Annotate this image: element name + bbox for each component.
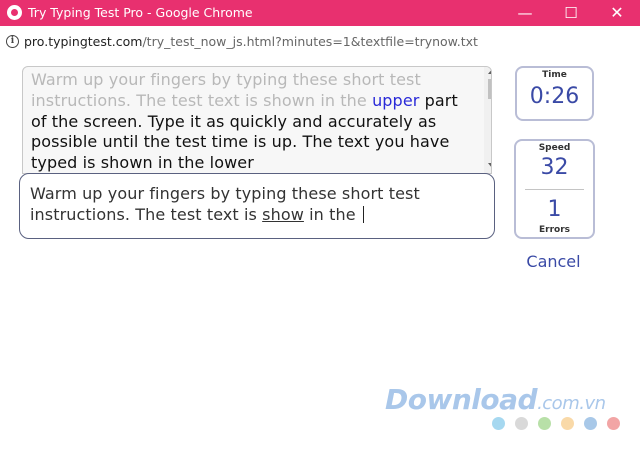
- test-text-current-word: upper: [372, 90, 420, 110]
- url-path: /try_test_now_js.html?minutes=1&textfile…: [142, 34, 478, 49]
- test-text-typed: Warm up your fingers by typing these sho…: [31, 70, 421, 110]
- test-text: Warm up your fingers by typing these sho…: [31, 70, 471, 173]
- app-logo-icon: [7, 5, 22, 20]
- text-caret: [362, 206, 364, 223]
- close-button[interactable]: ✕: [594, 0, 640, 26]
- watermark-brand: Download: [385, 383, 538, 416]
- url-text[interactable]: pro.typingtest.com/try_test_now_js.html?…: [24, 34, 478, 50]
- time-label: Time: [542, 70, 567, 80]
- cancel-link[interactable]: Cancel: [514, 252, 593, 271]
- errors-label: Errors: [538, 225, 570, 235]
- typing-input[interactable]: Warm up your fingers by typing these sho…: [19, 173, 495, 239]
- typed-text-before: Warm up your fingers by typing these sho…: [30, 184, 420, 224]
- watermark-dot: [492, 417, 505, 430]
- scroll-up-arrow-icon[interactable]: [488, 69, 491, 74]
- watermark-dot: [607, 417, 620, 430]
- errors-value: 1: [547, 197, 562, 222]
- stats-panel: Speed 32 1 Errors: [514, 139, 595, 239]
- download-watermark-logo: Download.com.vn: [385, 383, 606, 416]
- speed-label: Speed: [538, 143, 571, 153]
- stats-divider: [525, 189, 584, 190]
- speed-value: 32: [540, 155, 569, 180]
- watermark-dot: [515, 417, 528, 430]
- watermark-tld: .com.vn: [537, 393, 606, 414]
- time-value: 0:26: [529, 84, 580, 109]
- typing-input-text[interactable]: Warm up your fingers by typing these sho…: [30, 183, 485, 225]
- title-bar: Try Typing Test Pro - Google Chrome — ☐ …: [0, 0, 640, 26]
- minimize-button[interactable]: —: [502, 0, 548, 26]
- watermark-dot: [538, 417, 551, 430]
- test-text-panel: Warm up your fingers by typing these sho…: [22, 66, 492, 174]
- typed-text-after: in the: [303, 205, 361, 224]
- scroll-thumb[interactable]: [488, 79, 491, 99]
- window-title: Try Typing Test Pro - Google Chrome: [28, 5, 253, 20]
- typed-error-word: show: [262, 205, 304, 224]
- watermark-dot: [561, 417, 574, 430]
- address-bar[interactable]: i pro.typingtest.com/try_test_now_js.htm…: [0, 26, 640, 58]
- test-text-scrollbar[interactable]: [484, 67, 491, 173]
- url-host: pro.typingtest.com: [24, 34, 143, 49]
- time-panel: Time 0:26: [515, 66, 594, 121]
- site-info-icon[interactable]: i: [6, 35, 19, 48]
- watermark-dot: [584, 417, 597, 430]
- scroll-down-arrow-icon[interactable]: [488, 163, 491, 168]
- maximize-button[interactable]: ☐: [548, 0, 594, 26]
